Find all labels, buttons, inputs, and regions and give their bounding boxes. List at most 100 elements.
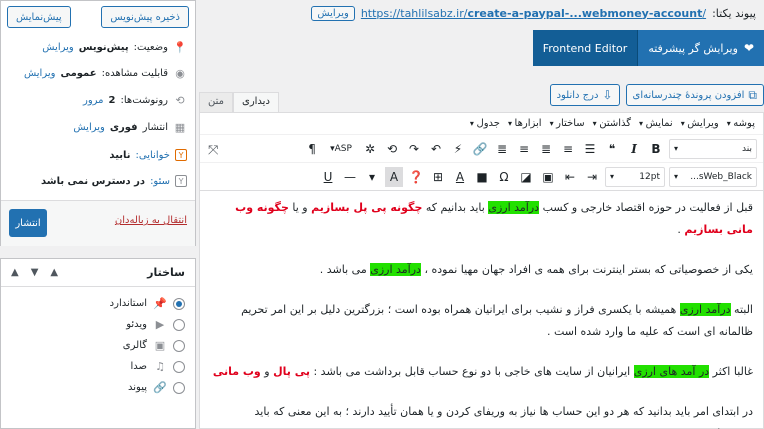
align-left-icon[interactable]: ≣	[537, 139, 555, 159]
page-builder-bar: ❤ ویرایش گر پیشرفته Frontend Editor	[532, 30, 764, 66]
format-audio[interactable]: ♫ صدا	[11, 356, 185, 377]
audio-icon: ♫	[155, 360, 165, 373]
refresh-icon[interactable]: ⟲	[383, 139, 401, 159]
asp-button[interactable]: ASP ▾	[325, 139, 357, 159]
radio-gallery[interactable]	[173, 339, 185, 352]
media-buttons: ⧉ افزودن پروندهٔ چندرسانه‌ای ⇩ درج دانلو…	[549, 84, 764, 106]
ltr-icon[interactable]: ⇤	[561, 167, 579, 187]
revisions-browse-link[interactable]: مرور	[83, 95, 104, 106]
schedule-edit-link[interactable]: ویرایش	[73, 122, 104, 133]
bold-icon[interactable]: B	[647, 139, 665, 159]
italic-icon[interactable]: I	[625, 139, 643, 159]
frontend-editor-button[interactable]: Frontend Editor	[532, 30, 639, 66]
font-size-select[interactable]: 12pt ▾	[605, 166, 665, 187]
publish-footer: انتقال به زباله‌دان انتشار	[1, 200, 195, 246]
menu-insert[interactable]: گذاشتن	[593, 118, 631, 129]
align-right-icon[interactable]: ≣	[493, 139, 511, 159]
schedule-row: ▦ انتشار فوری ویرایش	[73, 121, 187, 134]
paragraph-icon[interactable]: ¶	[303, 139, 321, 159]
move-to-trash-link[interactable]: انتقال به زباله‌دان	[115, 215, 187, 226]
blockquote-icon[interactable]: ❝	[603, 139, 621, 159]
size-select-value: 12pt	[639, 171, 660, 182]
numbered-list-icon[interactable]: ≡	[559, 139, 577, 159]
dropdown-icon[interactable]: ▾	[363, 167, 381, 187]
special-char-icon[interactable]: Ω	[495, 167, 513, 187]
font-family-select[interactable]: sWeb_Black... ▾	[669, 166, 757, 187]
schedule-value: فوری	[109, 122, 138, 133]
format-gallery[interactable]: ▣ گالری	[11, 335, 185, 356]
format-label: ویدئو	[126, 319, 147, 330]
menu-format[interactable]: ساختار	[550, 118, 585, 129]
font-select-value: sWeb_Black...	[690, 171, 752, 182]
underline-icon[interactable]: U	[319, 167, 337, 187]
chevron-down-icon[interactable]: ▼	[31, 267, 39, 278]
horizontal-line-icon[interactable]: —	[341, 167, 359, 187]
redo-icon[interactable]: ↷	[405, 139, 423, 159]
seo-link[interactable]: سئو:	[150, 176, 170, 187]
collapse-icon[interactable]: ▲	[50, 267, 58, 278]
insert-download-label: درج دانلود	[556, 89, 599, 101]
radio-audio[interactable]	[173, 360, 185, 373]
highlight-icon[interactable]: A	[385, 166, 403, 187]
revisions-label: رونوشت‌ها:	[120, 95, 169, 106]
menu-edit[interactable]: ویرایش	[681, 118, 718, 129]
readability-link[interactable]: خوانایی:	[136, 150, 170, 161]
chevron-down-icon: ▾	[674, 144, 679, 153]
permalink-url[interactable]: https://tahlilsabz.ir/create-a-paypal-..…	[361, 7, 706, 20]
add-media-button[interactable]: ⧉ افزودن پروندهٔ چندرسانه‌ای	[625, 84, 764, 106]
format-select[interactable]: بند ▾	[669, 138, 757, 159]
table-icon[interactable]: ⊞	[429, 167, 447, 187]
format-label: استاندارد	[109, 298, 147, 309]
tab-visual[interactable]: دیداری	[233, 92, 279, 112]
tab-text[interactable]: متن	[199, 92, 233, 112]
revisions-count: 2	[108, 95, 116, 106]
clear-format-icon[interactable]: ◪	[517, 167, 535, 187]
readability-value: نابید	[109, 149, 131, 161]
format-video[interactable]: ▶ ویدئو	[11, 314, 185, 335]
chevron-up-icon[interactable]: ▲	[11, 267, 19, 278]
link-icon: 🔗	[153, 381, 167, 394]
chevron-down-icon: ▾	[610, 172, 615, 181]
undo-icon[interactable]: ↶	[427, 139, 445, 159]
readability-row: Y خوانایی: نابید	[109, 149, 187, 161]
unlink-icon[interactable]: ⚡	[449, 139, 467, 159]
permalink-edit-button[interactable]: ویرایش	[311, 5, 355, 21]
menu-table[interactable]: جدول	[470, 118, 500, 129]
settings-icon[interactable]: ✲	[361, 139, 379, 159]
editor-tabs: متن دیداری	[199, 92, 279, 112]
radio-video[interactable]	[173, 318, 185, 331]
link-icon[interactable]: 🔗	[471, 139, 489, 159]
format-link[interactable]: 🔗 پیوند	[11, 377, 185, 398]
format-standard[interactable]: 📌 استاندارد	[11, 293, 185, 314]
seo-value: در دسترس نمی باشد	[40, 175, 146, 187]
editor-area: پیوند یکتا: https://tahlilsabz.ir/create…	[199, 0, 764, 429]
visibility-value: عمومی	[60, 68, 97, 79]
paste-text-icon[interactable]: ▣	[539, 167, 557, 187]
status-edit-link[interactable]: ویرایش	[42, 42, 73, 53]
heart-icon: ❤	[743, 41, 754, 55]
format-label: گالری	[122, 340, 147, 351]
radio-standard[interactable]	[173, 297, 185, 310]
editor-content[interactable]: قبل از فعالیت در حوزه اقتصاد خارجی و کسب…	[200, 191, 763, 429]
menu-file[interactable]: پوشه	[727, 118, 755, 129]
text-color-icon[interactable]: A	[451, 167, 469, 187]
insert-download-button[interactable]: ⇩ درج دانلود	[549, 84, 620, 106]
add-media-label: افزودن پروندهٔ چندرسانه‌ای	[632, 89, 745, 101]
align-center-icon[interactable]: ≡	[515, 139, 533, 159]
advanced-editor-label: ویرایش گر پیشرفته	[648, 41, 738, 55]
bullet-list-icon[interactable]: ☰	[581, 139, 599, 159]
menu-view[interactable]: نمایش	[639, 118, 673, 129]
preview-button[interactable]: پیش‌نمایش	[7, 6, 71, 28]
paragraph-5: در ابتدای امر باید بدانید که هر دو این ح…	[254, 405, 754, 429]
save-draft-button[interactable]: ذخیره پیش‌نویس	[101, 6, 189, 28]
fullscreen-icon[interactable]: ⤧	[208, 143, 218, 158]
help-icon[interactable]: ❓	[407, 167, 425, 187]
radio-link[interactable]	[173, 381, 185, 394]
menu-tools[interactable]: ابزارها	[508, 118, 542, 129]
rtl-icon[interactable]: ⇥	[583, 167, 601, 187]
visibility-edit-link[interactable]: ویرایش	[24, 68, 55, 79]
publish-button[interactable]: انتشار	[9, 209, 47, 237]
advanced-editor-button[interactable]: ❤ ویرایش گر پیشرفته	[638, 30, 764, 66]
permalink-row: پیوند یکتا: https://tahlilsabz.ir/create…	[311, 4, 756, 22]
bg-color-icon[interactable]: ■	[473, 167, 491, 187]
